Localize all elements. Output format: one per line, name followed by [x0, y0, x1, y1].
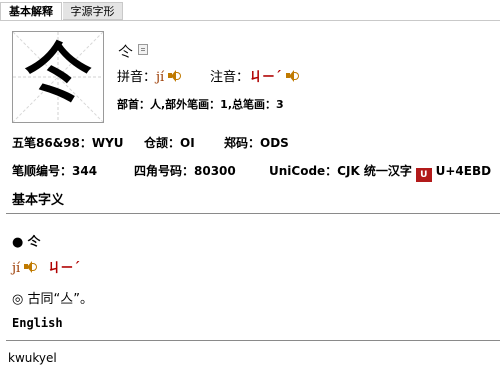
meaning-pinyin: jí [12, 261, 21, 276]
pinyin-label: 拼音： [117, 70, 157, 85]
stroke-order-code: 笔顺编号：344 [12, 164, 98, 178]
speaker-icon[interactable] [285, 70, 299, 82]
pinyin-value: jí [156, 70, 165, 85]
zhuyin-label: 注音： [210, 70, 250, 85]
unicode-row: UniCode：CJK 统一汉字 U U+4EBD [269, 162, 491, 182]
english-text: kwukyel [8, 351, 57, 365]
section-divider [6, 213, 500, 214]
character-title: 仒 [118, 43, 134, 61]
cangjie-code: 仓颉：OI [144, 136, 195, 150]
tab-character-origin[interactable]: 字源字形 [63, 2, 123, 20]
radical-info: 部首：人,部外笔画：1,总笔画：3 [117, 98, 284, 111]
wubi-code: 五笔86&98：WYU [12, 136, 124, 150]
character-display-box: 仒 [12, 31, 104, 123]
copy-icon[interactable] [138, 44, 148, 55]
unicode-value: U+4EBD [435, 164, 492, 178]
pinyin-row: 拼音：jí [117, 66, 182, 85]
meaning-pronunciation-row: jí ㄐㄧˊ [12, 257, 80, 276]
speaker-icon[interactable] [24, 261, 38, 273]
zhengma-code: 郑码：ODS [224, 136, 289, 150]
four-corner-code: 四角号码：80300 [134, 164, 236, 178]
tab-basic-explanation[interactable]: 基本解释 [0, 2, 62, 21]
bullet-icon: ● [12, 235, 24, 250]
unicode-icon[interactable]: U [415, 168, 432, 182]
tab-divider [0, 20, 500, 21]
tab-bar: 基本解释 字源字形 [0, 0, 500, 21]
meaning-char: 仒 [27, 235, 41, 250]
english-heading: English [12, 316, 63, 330]
speaker-icon[interactable] [168, 70, 182, 82]
meaning-zhuyin: ㄐㄧˊ [47, 261, 80, 276]
definition-text: 古同“亼”。 [27, 292, 93, 307]
meaning-char-row: ● 仒 [12, 231, 41, 250]
zhuyin-row: 注音：ㄐㄧˊ [210, 66, 299, 85]
basic-meaning-heading: 基本字义 [12, 193, 65, 208]
english-divider [6, 340, 500, 341]
definition-row: ◎ 古同“亼”。 [12, 288, 93, 307]
unicode-label: UniCode：CJK 统一汉字 [269, 164, 412, 178]
large-character: 仒 [23, 36, 92, 115]
zhuyin-value: ㄐㄧˊ [249, 70, 282, 85]
circle-icon: ◎ [12, 292, 24, 307]
